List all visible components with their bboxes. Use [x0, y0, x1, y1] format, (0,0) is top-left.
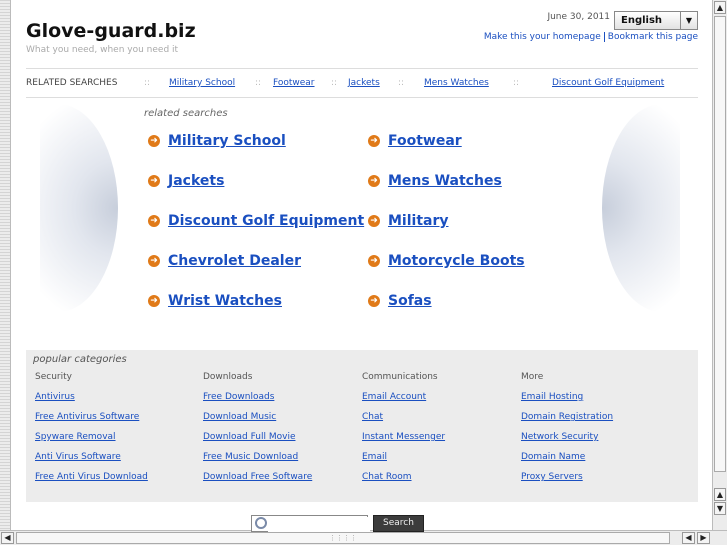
related-bar-link[interactable]: Mens Watches	[424, 78, 489, 88]
category-column-downloads: Downloads Free Downloads Download Music …	[203, 372, 312, 492]
arrow-right-circle-icon: ➜	[368, 175, 380, 187]
related-bar-link[interactable]: Jackets	[348, 78, 380, 88]
scroll-right-button[interactable]: ▶	[697, 532, 710, 544]
search-box[interactable]	[251, 515, 370, 532]
category-link[interactable]: Free Music Download	[203, 452, 312, 472]
category-title: Communications	[362, 372, 438, 382]
related-bar-link[interactable]: Military School	[169, 78, 235, 88]
category-link[interactable]: Download Full Movie	[203, 432, 312, 452]
related-item-link[interactable]: Military School	[168, 133, 286, 149]
horizontal-scrollbar[interactable]: ◀ ⋮⋮⋮⋮ ◀ ▶	[0, 530, 727, 545]
separator: ::	[398, 78, 405, 88]
category-link[interactable]: Free Antivirus Software	[35, 412, 148, 432]
arrow-right-circle-icon: ➜	[368, 135, 380, 147]
related-searches-heading: related searches	[144, 108, 228, 119]
header-links: Make this your homepage Bookmark this pag…	[430, 32, 698, 42]
bookmark-link[interactable]: Bookmark this page	[608, 32, 698, 42]
arrow-right-circle-icon: ➜	[368, 215, 380, 227]
category-column-security: Security Antivirus Free Antivirus Softwa…	[35, 372, 148, 492]
related-item-link[interactable]: Chevrolet Dealer	[168, 253, 301, 269]
category-link[interactable]: Email	[362, 452, 445, 472]
left-resize-strip	[0, 0, 11, 530]
related-item-link[interactable]: Military	[388, 213, 449, 229]
site-tagline: What you need, when you need it	[26, 45, 179, 55]
header-link-separator	[603, 32, 605, 42]
search-input[interactable]	[268, 517, 370, 532]
category-link[interactable]: Domain Registration	[521, 412, 613, 432]
related-item-link[interactable]: Sofas	[388, 293, 432, 309]
vertical-scrollbar[interactable]: ▲ ▲ ▼	[712, 0, 727, 530]
header-date: June 30, 2011	[547, 12, 610, 22]
related-item-link[interactable]: Footwear	[388, 133, 462, 149]
category-link[interactable]: Chat Room	[362, 472, 445, 492]
left-decorative-panel	[40, 104, 118, 312]
category-link[interactable]: Chat	[362, 412, 445, 432]
search-icon	[255, 517, 267, 529]
category-title: Security	[35, 372, 72, 382]
category-column-more: More Email Hosting Domain Registration N…	[521, 372, 613, 492]
scroll-up-button-lower[interactable]: ▲	[714, 488, 726, 501]
category-link[interactable]: Free Downloads	[203, 392, 312, 412]
category-link[interactable]: Email Account	[362, 392, 445, 412]
separator: ::	[255, 78, 262, 88]
scroll-up-button[interactable]: ▲	[714, 1, 726, 14]
separator: ::	[513, 78, 520, 88]
vertical-scroll-thumb[interactable]	[714, 16, 726, 472]
category-link[interactable]: Proxy Servers	[521, 472, 613, 492]
related-item-link[interactable]: Motorcycle Boots	[388, 253, 525, 269]
chevron-down-icon[interactable]: ▼	[680, 12, 697, 29]
popular-categories-panel: popular categories Security Antivirus Fr…	[26, 350, 698, 502]
scroll-left-button[interactable]: ◀	[1, 532, 14, 544]
category-link[interactable]: Free Anti Virus Download	[35, 472, 148, 492]
popular-categories-heading: popular categories	[33, 354, 127, 365]
category-link[interactable]: Instant Messenger	[362, 432, 445, 452]
category-link[interactable]: Antivirus	[35, 392, 148, 412]
arrow-right-circle-icon: ➜	[148, 135, 160, 147]
related-item-link[interactable]: Discount Golf Equipment	[168, 213, 364, 229]
category-title: Downloads	[203, 372, 253, 382]
related-searches-label: RELATED SEARCHES	[26, 78, 118, 88]
search-button[interactable]: Search	[373, 515, 424, 532]
category-link[interactable]: Email Hosting	[521, 392, 613, 412]
arrow-right-circle-icon: ➜	[148, 175, 160, 187]
make-homepage-link[interactable]: Make this your homepage	[484, 32, 601, 42]
horizontal-scroll-thumb[interactable]: ⋮⋮⋮⋮	[16, 532, 670, 544]
right-decorative-panel	[602, 104, 680, 312]
category-link[interactable]: Download Free Software	[203, 472, 312, 492]
arrow-right-circle-icon: ➜	[148, 255, 160, 267]
related-searches-bar: RELATED SEARCHES :: Military School :: F…	[26, 68, 698, 98]
arrow-right-circle-icon: ➜	[148, 295, 160, 307]
category-link[interactable]: Anti Virus Software	[35, 452, 148, 472]
category-column-communications: Communications Email Account Chat Instan…	[362, 372, 445, 492]
category-title: More	[521, 372, 544, 382]
arrow-right-circle-icon: ➜	[148, 215, 160, 227]
language-select-value: English	[621, 15, 663, 26]
related-item-link[interactable]: Jackets	[168, 173, 224, 189]
related-item-link[interactable]: Wrist Watches	[168, 293, 282, 309]
category-link[interactable]: Download Music	[203, 412, 312, 432]
category-link[interactable]: Spyware Removal	[35, 432, 148, 452]
separator: ::	[144, 78, 151, 88]
arrow-right-circle-icon: ➜	[368, 255, 380, 267]
separator: ::	[331, 78, 338, 88]
language-select[interactable]: English ▼	[614, 11, 698, 30]
category-link[interactable]: Network Security	[521, 432, 613, 452]
scroll-down-button[interactable]: ▼	[714, 502, 726, 515]
scroll-left-button-right[interactable]: ◀	[682, 532, 695, 544]
site-title: Glove-guard.biz	[26, 20, 196, 42]
arrow-right-circle-icon: ➜	[368, 295, 380, 307]
related-item-link[interactable]: Mens Watches	[388, 173, 502, 189]
related-bar-link[interactable]: Discount Golf Equipment	[552, 78, 664, 88]
related-bar-link[interactable]: Footwear	[273, 78, 315, 88]
category-link[interactable]: Domain Name	[521, 452, 613, 472]
